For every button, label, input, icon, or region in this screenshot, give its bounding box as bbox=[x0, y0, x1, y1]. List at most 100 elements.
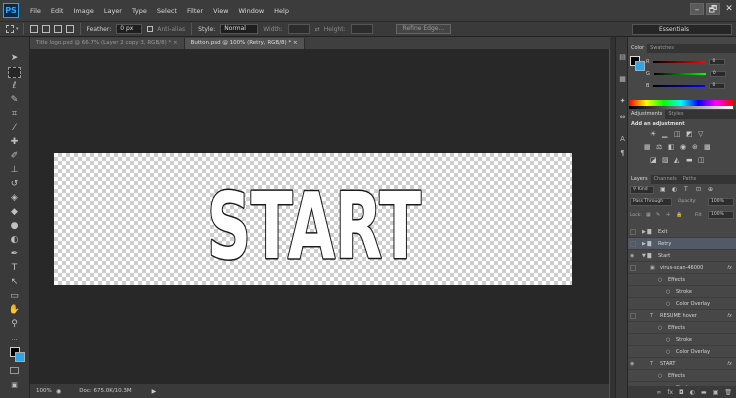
history-icon[interactable]: ▤ bbox=[618, 53, 627, 62]
blur-tool-icon[interactable]: ● bbox=[8, 221, 21, 232]
layer-row[interactable]: ▶ ▇ Retry bbox=[628, 238, 736, 250]
green-slider[interactable]: G0 bbox=[646, 70, 736, 77]
menu-help[interactable]: Help bbox=[269, 7, 294, 15]
exposure-icon[interactable]: ◩ bbox=[686, 130, 693, 138]
minimize-button[interactable]: – bbox=[690, 3, 704, 15]
layer-filter-kind-select[interactable]: ⚲ Kind bbox=[630, 186, 654, 194]
clone-stamp-icon[interactable]: ⊥ bbox=[8, 165, 21, 176]
brush-presets-icon[interactable]: ✦ bbox=[618, 97, 627, 106]
antialias-checkbox[interactable] bbox=[147, 26, 154, 32]
filter-pixel-icon[interactable]: ▣ bbox=[660, 186, 666, 193]
refine-edge-button[interactable]: Refine Edge... bbox=[395, 24, 452, 34]
tab-close-icon[interactable]: × bbox=[293, 40, 298, 46]
brush-tool-icon[interactable]: ✐ bbox=[8, 151, 21, 162]
menu-filter[interactable]: Filter bbox=[182, 7, 208, 15]
feather-input[interactable]: 0 px bbox=[116, 24, 143, 34]
invert-icon[interactable]: ◪ bbox=[650, 156, 657, 164]
new-selection-icon[interactable] bbox=[29, 25, 38, 33]
layer-row[interactable]: ○ Stroke bbox=[628, 286, 736, 298]
filter-shape-icon[interactable]: ⊡ bbox=[696, 186, 701, 193]
channel-mixer-icon[interactable]: ⊛ bbox=[692, 143, 698, 151]
workspace-select[interactable]: Essentials bbox=[632, 24, 732, 35]
visibility-eye-icon[interactable] bbox=[630, 229, 636, 235]
vibrance-icon[interactable]: ▽ bbox=[698, 130, 703, 138]
tab-title-logo[interactable]: Title logo.psd @ 66.7% (Layer 2 copy 3, … bbox=[30, 38, 185, 49]
filter-smart-object-icon[interactable]: ⊕ bbox=[708, 186, 713, 193]
layer-row[interactable]: ▣ virus-scan-46000 fx bbox=[628, 262, 736, 274]
gradient-map-icon[interactable]: ▬ bbox=[686, 156, 693, 164]
menu-edit[interactable]: Edit bbox=[46, 7, 69, 15]
path-select-icon[interactable]: ↖ bbox=[8, 277, 21, 288]
filter-adjustment-icon[interactable]: ◐ bbox=[672, 186, 677, 193]
add-selection-icon[interactable] bbox=[41, 25, 50, 33]
style-select[interactable]: Normal bbox=[220, 24, 259, 34]
fx-badge[interactable]: fx bbox=[727, 358, 732, 370]
new-group-icon[interactable]: ▬ bbox=[701, 389, 707, 396]
menu-layer[interactable]: Layer bbox=[99, 7, 127, 15]
subtract-selection-icon[interactable] bbox=[53, 25, 62, 33]
hand-tool-icon[interactable]: ✋ bbox=[8, 305, 21, 316]
blend-mode-select[interactable]: Pass Through bbox=[630, 198, 672, 206]
status-menu-arrow-icon[interactable]: ▶ bbox=[152, 388, 157, 395]
color-balance-icon[interactable]: ⚖ bbox=[656, 143, 662, 151]
healing-brush-icon[interactable]: ✚ bbox=[8, 137, 21, 148]
restore-button[interactable]: 🗗 bbox=[706, 3, 720, 15]
lock-transparency-icon[interactable]: ▦ bbox=[646, 212, 651, 218]
marquee-tool-icon[interactable] bbox=[6, 25, 14, 33]
swap-icon[interactable]: ⇄ bbox=[315, 26, 320, 33]
hue-saturation-icon[interactable]: ▦ bbox=[644, 143, 651, 151]
crop-tool-icon[interactable]: ⌗ bbox=[8, 109, 21, 120]
layer-row[interactable]: ○ Effects bbox=[628, 370, 736, 382]
menu-file[interactable]: File bbox=[25, 7, 46, 15]
info-icon[interactable]: ◉ bbox=[56, 388, 61, 395]
color-spectrum-grayscale[interactable] bbox=[629, 106, 733, 109]
eraser-tool-icon[interactable]: ◈ bbox=[8, 193, 21, 204]
visibility-eye-icon[interactable] bbox=[630, 241, 636, 247]
tab-close-icon[interactable]: × bbox=[173, 40, 178, 46]
zoom-tool-icon[interactable]: ⚲ bbox=[8, 319, 21, 330]
delete-layer-icon[interactable]: 🗑 bbox=[724, 389, 732, 396]
height-input[interactable] bbox=[350, 24, 373, 34]
layer-row[interactable]: ▶ ▇ Exit bbox=[628, 226, 736, 238]
character-icon[interactable]: A bbox=[618, 135, 627, 144]
link-layers-icon[interactable]: ∞ bbox=[656, 389, 661, 396]
eyedropper-tool-icon[interactable]: ⁄ bbox=[8, 123, 21, 134]
layer-row[interactable]: ◉ ▼ ▇ Start bbox=[628, 250, 736, 262]
pen-tool-icon[interactable]: ✒ bbox=[8, 249, 21, 260]
canvas-area[interactable]: START bbox=[30, 49, 609, 384]
photo-filter-icon[interactable]: ◉ bbox=[680, 143, 686, 151]
layer-row[interactable]: ○ Color Overlay bbox=[628, 346, 736, 358]
screen-mode-icon[interactable]: ▣ bbox=[8, 380, 21, 391]
paragraph-icon[interactable]: ¶ bbox=[618, 149, 627, 158]
selective-color-icon[interactable]: ◫ bbox=[698, 156, 705, 164]
layer-style-icon[interactable]: fx bbox=[667, 389, 673, 396]
tab-styles[interactable]: Styles bbox=[665, 110, 686, 119]
zoom-level[interactable]: 100% bbox=[36, 388, 56, 394]
filter-type-icon[interactable]: T bbox=[684, 186, 688, 193]
menu-window[interactable]: Window bbox=[234, 7, 270, 15]
tab-color[interactable]: Color bbox=[628, 44, 648, 53]
black-white-icon[interactable]: ◧ bbox=[668, 143, 675, 151]
visibility-eye-icon[interactable]: ◉ bbox=[630, 361, 636, 367]
tab-channels[interactable]: Channels bbox=[651, 175, 680, 184]
brightness-icon[interactable]: ☀ bbox=[650, 130, 656, 138]
visibility-eye-icon[interactable] bbox=[630, 265, 636, 271]
tab-paths[interactable]: Paths bbox=[680, 175, 700, 184]
clone-source-icon[interactable]: ⇔ bbox=[618, 113, 627, 122]
shape-tool-icon[interactable]: ▭ bbox=[8, 291, 21, 302]
fill-input[interactable]: 100% bbox=[708, 211, 734, 219]
blue-slider[interactable]: B0 bbox=[646, 82, 736, 89]
lock-all-icon[interactable]: 🔒 bbox=[676, 212, 682, 218]
tab-button[interactable]: Button.psd @ 100% (Retry, RGB/8) * × bbox=[184, 38, 305, 49]
more-tools-icon[interactable]: … bbox=[8, 333, 21, 344]
quick-mask-icon[interactable] bbox=[10, 367, 19, 374]
type-tool-icon[interactable]: T bbox=[8, 263, 21, 274]
background-color-swatch[interactable] bbox=[15, 352, 25, 362]
marquee-tool-icon[interactable] bbox=[8, 67, 21, 78]
menu-type[interactable]: Type bbox=[127, 7, 152, 15]
close-button[interactable]: ✕ bbox=[722, 3, 736, 15]
fx-badge[interactable]: fx bbox=[727, 262, 732, 274]
quick-select-tool-icon[interactable]: ✎ bbox=[8, 95, 21, 106]
move-tool-icon[interactable]: ➤ bbox=[8, 53, 21, 64]
layer-row[interactable]: ○ Stroke bbox=[628, 334, 736, 346]
